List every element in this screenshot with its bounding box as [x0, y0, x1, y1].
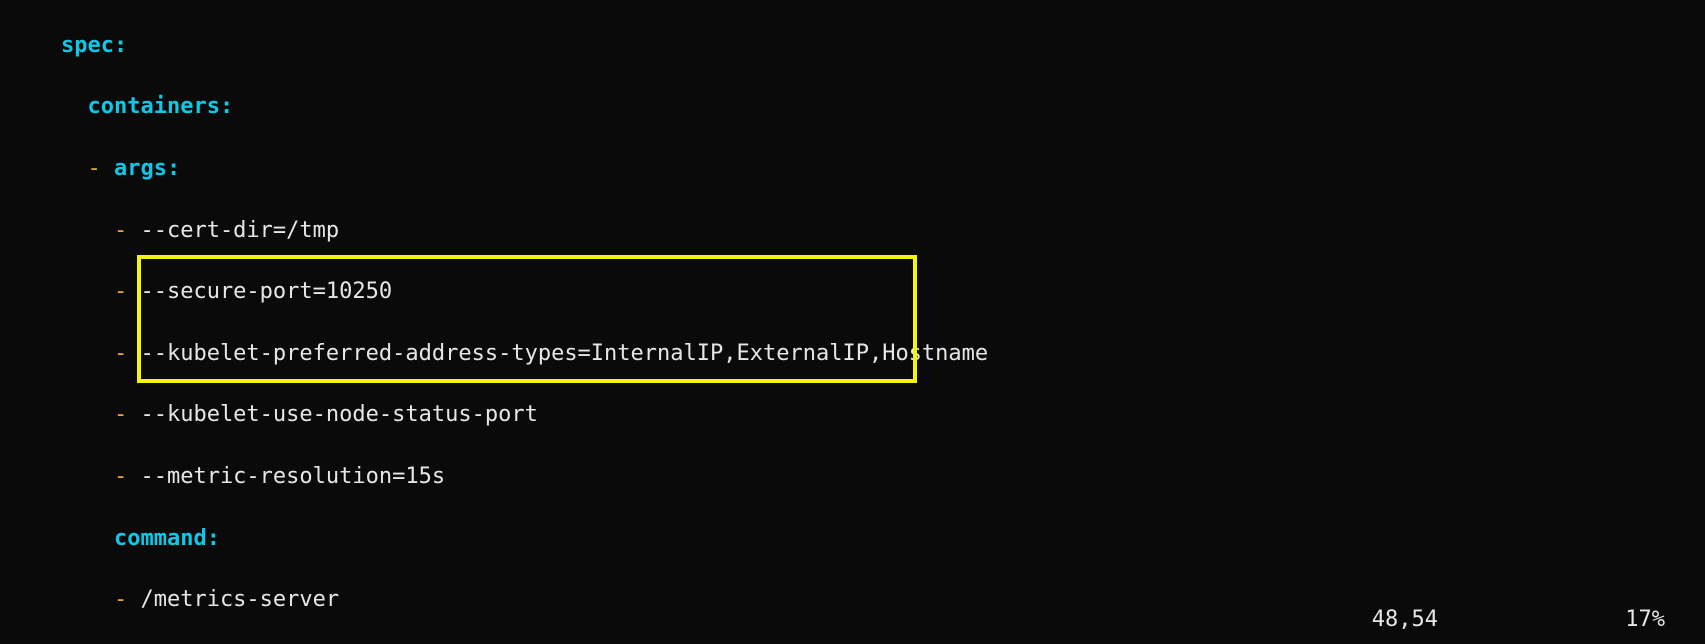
code-line: containers: [8, 92, 1705, 123]
vim-status-bar: 48,54 17% [1372, 605, 1665, 636]
code-line: - --metric-resolution=15s [8, 462, 1705, 493]
yaml-key: command [114, 526, 207, 551]
code-line: - --kubelet-preferred-address-types=Inte… [8, 339, 1705, 370]
code-line: - --cert-dir=/tmp [8, 216, 1705, 247]
code-line: - args: [8, 154, 1705, 185]
yaml-key: args [114, 156, 167, 181]
yaml-key: containers [87, 94, 219, 119]
code-editor[interactable]: spec: containers: - args: - --cert-dir=/… [0, 0, 1705, 644]
yaml-value: --metric-resolution=15s [140, 464, 445, 489]
yaml-value: --secure-port=10250 [140, 279, 392, 304]
yaml-value: --kubelet-preferred-address-types=Intern… [140, 341, 988, 366]
scroll-percent: 17% [1585, 605, 1665, 636]
code-line: spec: [8, 31, 1705, 62]
cursor-position: 48,54 [1372, 605, 1512, 636]
code-line: - --secure-port=10250 [8, 277, 1705, 308]
yaml-value: --kubelet-use-node-status-port [140, 402, 537, 427]
yaml-key: spec [61, 33, 114, 58]
yaml-value: /metrics-server [140, 587, 339, 612]
yaml-value: --cert-dir=/tmp [140, 218, 339, 243]
code-line: command: [8, 524, 1705, 555]
code-line: - --kubelet-use-node-status-port [8, 400, 1705, 431]
